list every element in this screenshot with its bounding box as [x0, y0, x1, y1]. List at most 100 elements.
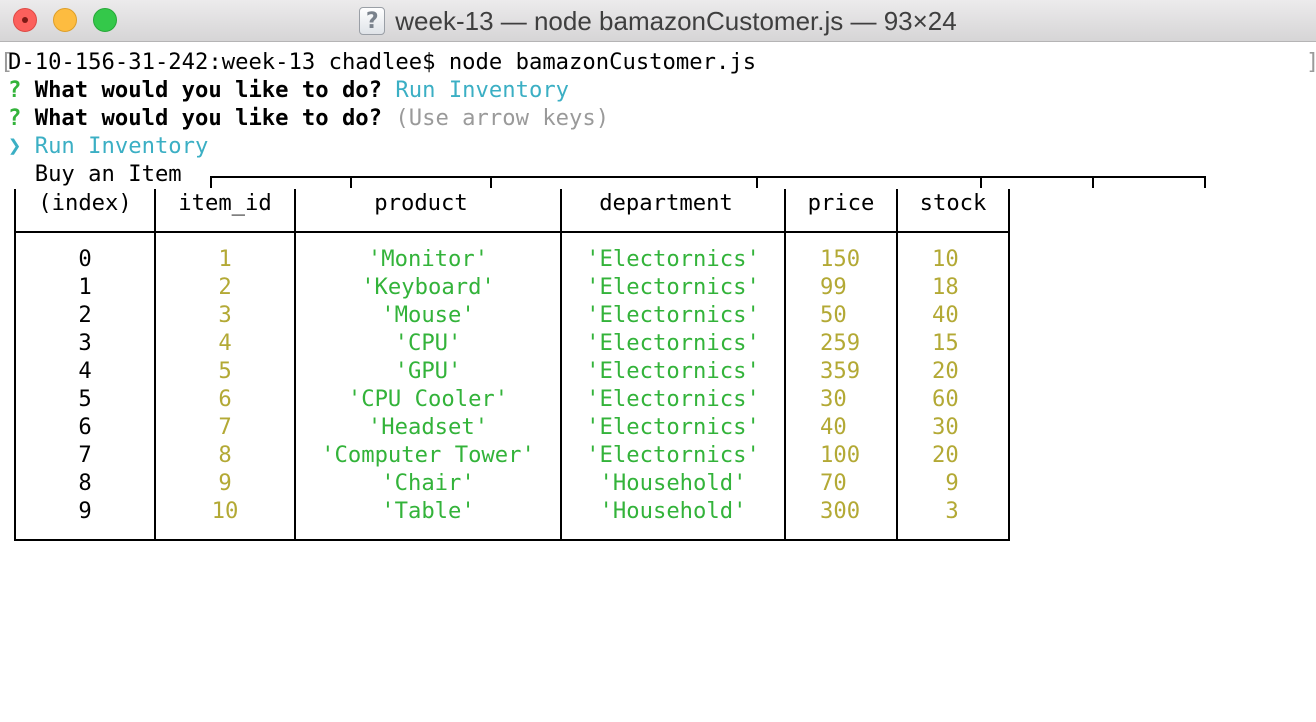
prompt-marker: ?	[8, 77, 22, 103]
choice-label: Run Inventory	[34, 133, 209, 159]
cell-product: 'Table'	[381, 498, 475, 524]
cell-item-id: 9	[218, 470, 232, 496]
cell-price: 99	[820, 274, 847, 300]
cell-product: 'Keyboard'	[361, 274, 495, 300]
command-line: D-10-156-31-242:week-13 chadlee$ node ba…	[8, 49, 757, 75]
cell-index: 9	[78, 498, 92, 524]
window-title: week-13 — node bamazonCustomer.js — 93×2…	[395, 5, 957, 36]
cell-index: 4	[78, 358, 92, 384]
cell-item-id: 5	[218, 358, 232, 384]
cell-index: 6	[78, 414, 92, 440]
active-prompt-line: ? What would you like to do? (Use arrow …	[8, 104, 609, 132]
prompt-answer: Run Inventory	[395, 77, 570, 103]
cell-index: 7	[78, 442, 92, 468]
cell-department: 'Electornics'	[586, 330, 760, 356]
window-titlebar: ? week-13 — node bamazonCustomer.js — 93…	[0, 0, 1316, 42]
table-tick	[1204, 176, 1206, 188]
cell-item-id: 2	[218, 274, 232, 300]
answered-prompt-line: ? What would you like to do? Run Invento…	[8, 76, 569, 104]
choice-label: Buy an Item	[34, 161, 182, 187]
header-price: price	[807, 190, 875, 216]
cell-item-id: 8	[218, 442, 232, 468]
cell-product: 'CPU'	[394, 330, 462, 356]
prompt-marker: ?	[8, 105, 22, 131]
table-top-border-artifact	[210, 176, 1206, 178]
cell-stock: 10	[932, 246, 959, 272]
cell-index: 1	[78, 274, 92, 300]
table-tick	[1092, 176, 1094, 188]
cell-product: 'Computer Tower'	[321, 442, 535, 468]
cell-item-id: 10	[211, 498, 239, 524]
cell-stock: 18	[932, 274, 959, 300]
choice-option[interactable]: Buy an Item	[8, 160, 182, 188]
cell-product: 'Chair'	[381, 470, 475, 496]
table-vline	[294, 189, 296, 541]
cell-department: 'Household'	[599, 470, 747, 496]
table-tick	[756, 176, 758, 188]
cell-stock: 40	[932, 302, 959, 328]
cell-department: 'Electornics'	[586, 386, 760, 412]
cell-stock: 20	[932, 442, 959, 468]
table-vline	[784, 189, 786, 541]
table-header-separator	[14, 231, 1010, 233]
cell-product: 'Mouse'	[381, 302, 475, 328]
cell-index: 0	[78, 246, 92, 272]
cell-department: 'Household'	[599, 498, 747, 524]
cell-stock: 20	[932, 358, 959, 384]
table-tick	[490, 176, 492, 188]
cell-index: 8	[78, 470, 92, 496]
cell-item-id: 3	[218, 302, 232, 328]
cell-department: 'Electornics'	[586, 246, 760, 272]
scroll-mark-right-icon: ]	[1306, 50, 1316, 75]
table-vline	[1008, 189, 1010, 541]
cell-product: 'Monitor'	[367, 246, 489, 272]
cell-product: 'GPU'	[394, 358, 462, 384]
cell-department: 'Electornics'	[586, 358, 760, 384]
title-area: ? week-13 — node bamazonCustomer.js — 93…	[0, 0, 1316, 42]
cell-product: 'Headset'	[367, 414, 489, 440]
cell-department: 'Electornics'	[586, 442, 760, 468]
cell-item-id: 7	[218, 414, 232, 440]
cell-price: 50	[820, 302, 847, 328]
table-tick	[210, 176, 212, 188]
cell-stock: 3	[945, 498, 959, 524]
header-index: (index)	[38, 190, 132, 216]
table-vline	[896, 189, 898, 541]
cell-price: 30	[820, 386, 847, 412]
table-tick	[350, 176, 352, 188]
document-icon: ?	[359, 7, 386, 35]
cell-department: 'Electornics'	[586, 414, 760, 440]
cell-item-id: 6	[218, 386, 232, 412]
cell-price: 300	[820, 498, 861, 524]
cell-stock: 15	[932, 330, 959, 356]
cell-price: 100	[820, 442, 861, 468]
table-vline	[560, 189, 562, 541]
prompt-hint: (Use arrow keys)	[395, 105, 610, 131]
table-vline	[154, 189, 156, 541]
cell-price: 40	[820, 414, 847, 440]
cell-price: 359	[820, 358, 861, 384]
cell-department: 'Electornics'	[586, 302, 760, 328]
pointer-icon: ❯	[8, 133, 22, 159]
cell-index: 2	[78, 302, 92, 328]
header-stock: stock	[919, 190, 987, 216]
table-vline	[14, 189, 16, 541]
cell-item-id: 1	[218, 246, 232, 272]
cell-stock: 60	[932, 386, 959, 412]
header-department: department	[599, 190, 733, 216]
choice-selected[interactable]: ❯ Run Inventory	[8, 132, 208, 160]
cell-index: 3	[78, 330, 92, 356]
cell-price: 150	[820, 246, 861, 272]
cell-product: 'CPU Cooler'	[347, 386, 509, 412]
header-item-id: item_id	[178, 190, 272, 216]
cell-item-id: 4	[218, 330, 232, 356]
cell-department: 'Electornics'	[586, 274, 760, 300]
cell-price: 259	[820, 330, 861, 356]
table-bottom-border	[14, 539, 1010, 541]
prompt-question: What would you like to do?	[34, 105, 383, 131]
cell-index: 5	[78, 386, 92, 412]
header-product: product	[374, 190, 468, 216]
prompt-question: What would you like to do?	[34, 77, 383, 103]
table-tick	[980, 176, 982, 188]
cell-stock: 9	[945, 470, 959, 496]
